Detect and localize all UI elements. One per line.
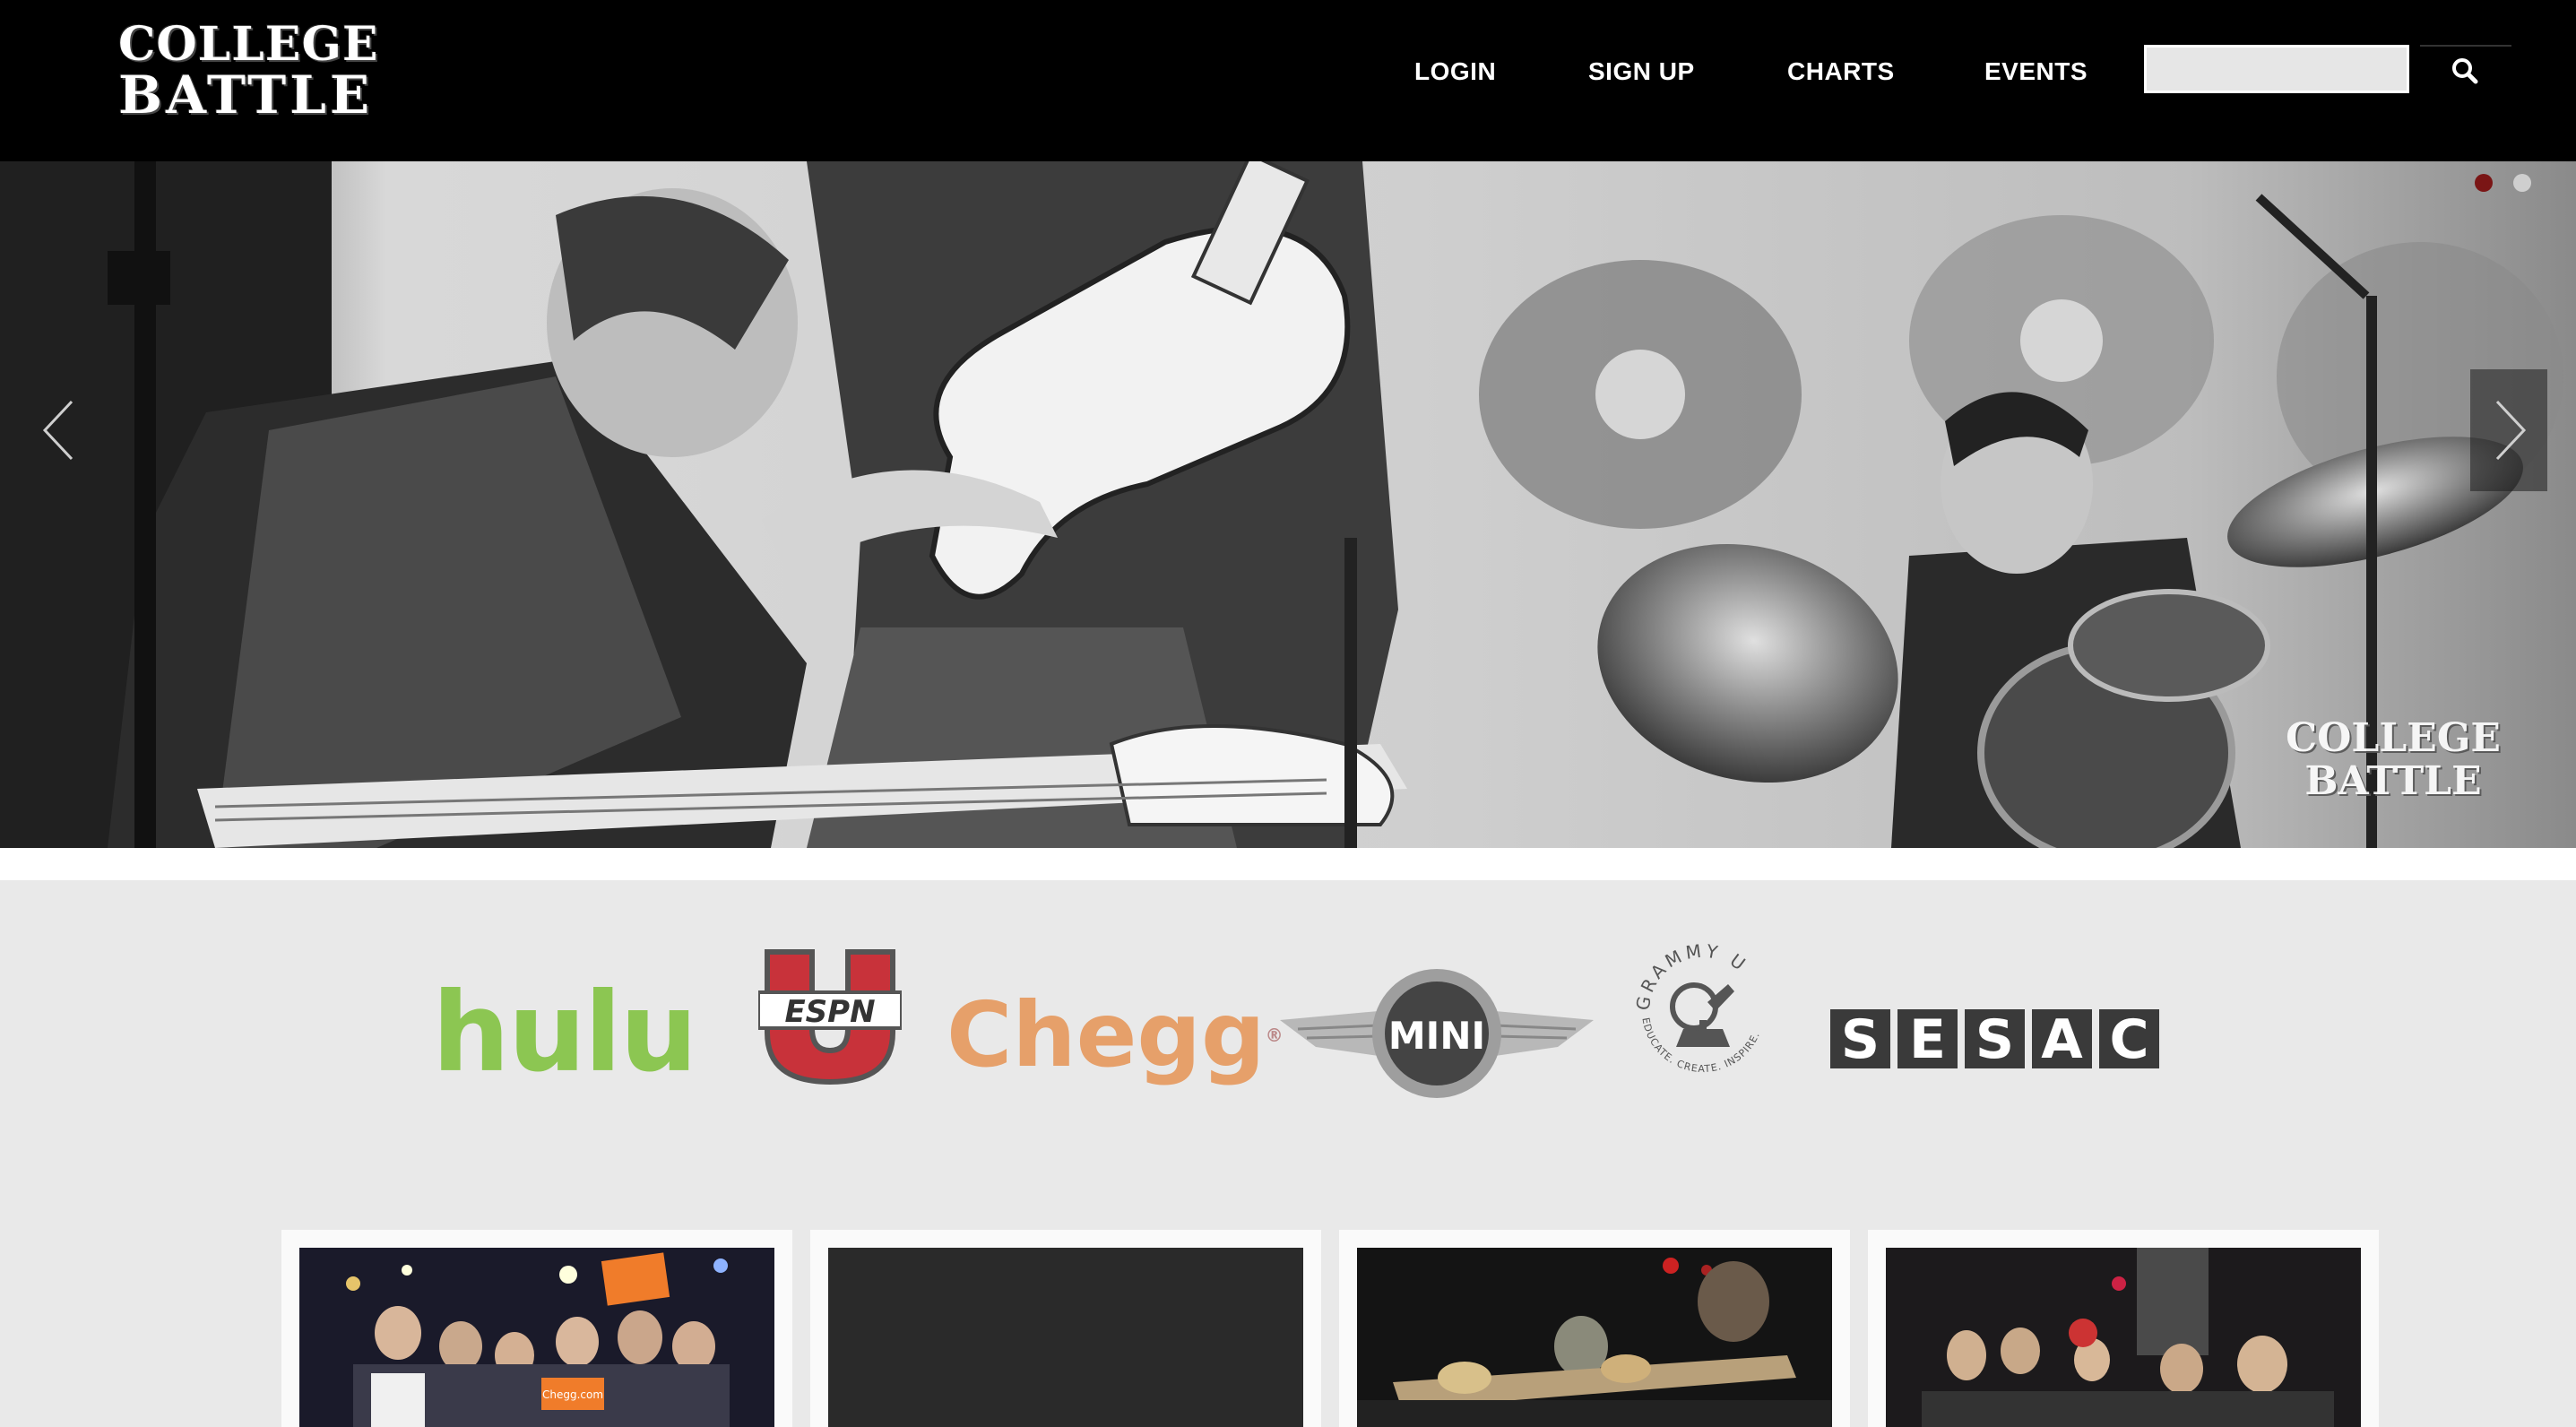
sponsor-logos: hulu ESPN Chegg® MINI GRAMMY U EDUCATE. …	[0, 880, 2576, 1149]
event-card-1-photo[interactable]: Chegg.com	[299, 1248, 774, 1427]
event-card-1[interactable]: Chegg.com	[281, 1230, 792, 1427]
chegg-logo-text: Chegg	[947, 982, 1266, 1087]
site-header: COLLEGE BATTLE LOGIN SIGN UP CHARTS EVEN…	[0, 0, 2576, 161]
sesac-letter: S	[1965, 1009, 2025, 1070]
party-photo	[1886, 1248, 2361, 1427]
grammy-u-name: GRAMMY U	[1631, 939, 1748, 1011]
event-card-4-photo[interactable]	[1886, 1248, 2361, 1427]
sesac-letter: C	[2099, 1009, 2159, 1070]
hero-photo	[0, 161, 2576, 848]
nav-charts-link[interactable]: CHARTS	[1787, 54, 1895, 90]
event-card-4[interactable]	[1868, 1230, 2379, 1427]
chevron-right-icon	[2495, 400, 2527, 461]
chegg-logo[interactable]: Chegg®	[947, 986, 1284, 1085]
watermark-line-1: COLLEGE	[2286, 715, 2501, 761]
search-icon	[2452, 58, 2478, 84]
sesac-letter: E	[1897, 1009, 1958, 1070]
search-input[interactable]	[2144, 45, 2409, 93]
carousel-next-button[interactable]	[2470, 369, 2547, 491]
hero-carousel: COLLEGE BATTLE	[0, 161, 2576, 848]
hulu-logo[interactable]: hulu	[432, 978, 697, 1087]
event-card-3-photo[interactable]	[1357, 1248, 1832, 1427]
crowd-photo: Chegg.com	[299, 1248, 774, 1427]
nav-login-link[interactable]: LOGIN	[1414, 54, 1496, 90]
search-button[interactable]	[2420, 45, 2511, 95]
grammy-u-logo[interactable]: GRAMMY U EDUCATE. CREATE. INSPIRE.	[1622, 930, 1784, 1092]
carousel-prev-button[interactable]	[18, 369, 95, 491]
slide-dot[interactable]	[2513, 174, 2531, 192]
hero-watermark-logo: COLLEGE BATTLE	[2277, 717, 2510, 803]
watermark-line-2: BATTLE	[2304, 758, 2482, 804]
sesac-logo[interactable]: S E S A C	[1830, 1009, 2159, 1070]
sesac-letter: S	[1830, 1009, 1890, 1070]
espn-u-logo[interactable]: ESPN	[758, 943, 902, 1086]
logo-line-1: COLLEGE	[118, 17, 379, 72]
chevron-left-icon	[42, 400, 73, 461]
nav-events-link[interactable]: EVENTS	[1984, 54, 2088, 90]
site-logo[interactable]: COLLEGE BATTLE	[118, 17, 379, 125]
mini-logo[interactable]: MINI	[1280, 966, 1594, 1101]
brass-band-photo	[1357, 1248, 1832, 1427]
sesac-letter: A	[2032, 1009, 2092, 1070]
nav-signup-link[interactable]: SIGN UP	[1588, 54, 1695, 90]
svg-text:GRAMMY U: GRAMMY U	[1631, 939, 1751, 1011]
mini-logo-text: MINI	[1388, 1014, 1485, 1058]
logo-line-2: BATTLE	[118, 65, 374, 125]
event-card-2[interactable]	[810, 1230, 1321, 1427]
slide-dot-active[interactable]	[2475, 174, 2493, 192]
crowd-sign-text: Chegg.com	[542, 1388, 603, 1401]
hero-bottom-strip	[0, 848, 2576, 880]
espn-u-text: ESPN	[784, 994, 875, 1030]
event-card-2-photo[interactable]	[828, 1248, 1303, 1427]
event-card-3[interactable]	[1339, 1230, 1850, 1427]
